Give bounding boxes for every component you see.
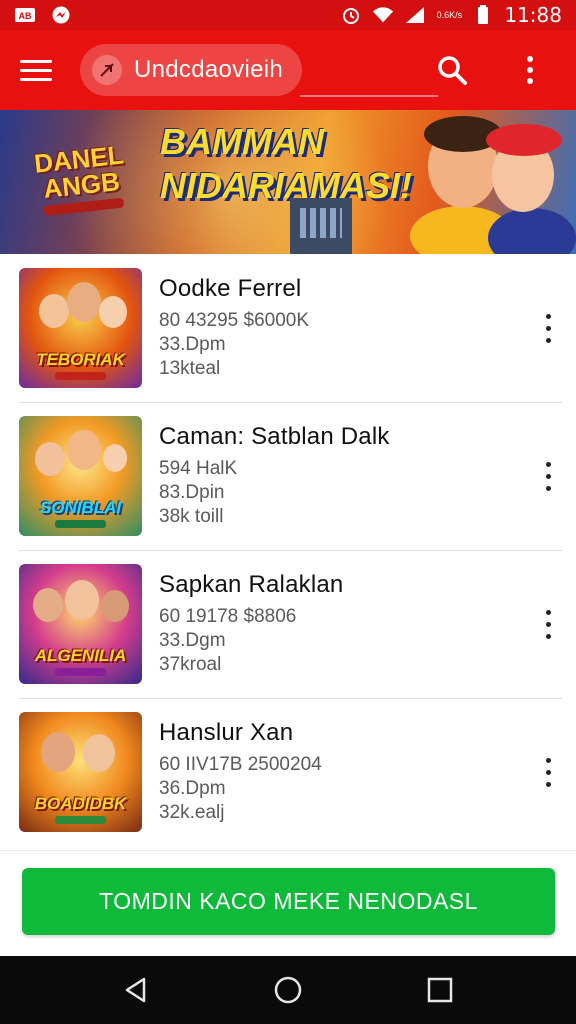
menu-icon[interactable] [20, 48, 64, 92]
item-meta-line1: 60 IIV17B 2500204 [159, 754, 322, 775]
thumbnail-label: TEBORIAK [36, 350, 125, 369]
item-meta-line2: 33.Dpm [159, 334, 226, 355]
data-speed-indicator: 0.6K/s [436, 9, 463, 20]
banner-headline: BAMMAN NIDARIAMASI! [160, 120, 430, 208]
app-thumbnail: ALGENILIA [19, 564, 142, 684]
app-thumbnail: TEBORIAK [19, 268, 142, 388]
system-nav-bar [0, 956, 576, 1024]
clock: 11:88 [504, 3, 562, 27]
thumbnail-ribbon [55, 372, 106, 380]
banner-logo-text: DANEL ANGB [32, 139, 125, 204]
item-title: Hanslur Xan [159, 719, 294, 746]
signal-icon [404, 6, 426, 24]
thumbnail-ribbon [55, 520, 106, 528]
character-face [67, 282, 101, 322]
item-meta-line3: 38k toill [159, 506, 224, 527]
back-icon[interactable] [112, 966, 160, 1014]
search-icon[interactable] [432, 50, 472, 90]
promo-banner[interactable]: DANEL ANGB BAMMAN NIDARIAMASI! [0, 110, 576, 254]
list-item[interactable]: ALGENILIA Sapkan Ralaklan 60 19178 $8806… [0, 550, 576, 698]
character-face [83, 734, 115, 772]
list-item[interactable]: SONIBLAI Caman: Satblan Dalk 594 HalK 83… [0, 402, 576, 550]
wifi-icon [372, 6, 394, 24]
item-title: Sapkan Ralaklan [159, 571, 344, 598]
banner-logo: DANEL ANGB [17, 126, 144, 234]
app-thumbnail: BOADIDBK [19, 712, 142, 832]
search-underline [300, 95, 438, 97]
item-info: Sapkan Ralaklan 60 19178 $8806 33.Dgm 37… [159, 571, 528, 677]
search-pill[interactable]: Undcdaovieih [80, 44, 302, 96]
item-meta-line3: 32k.ealj [159, 802, 225, 823]
item-meta-line1: 594 HalK [159, 458, 238, 479]
item-info: Oodke Ferrel 80 43295 $6000K 33.Dpm 13kt… [159, 275, 528, 381]
thumbnail-label: BOADIDBK [34, 794, 127, 813]
send-icon [92, 55, 122, 85]
item-title: Oodke Ferrel [159, 275, 302, 302]
character-face [33, 588, 63, 622]
item-meta-line2: 36.Dpm [159, 778, 226, 799]
character-face [99, 296, 127, 328]
ab-icon: AB [14, 6, 36, 24]
thumbnail-label: ALGENILIA [34, 646, 127, 665]
svg-text:AB: AB [19, 11, 32, 21]
item-meta-line1: 80 43295 $6000K [159, 310, 310, 331]
character-face [101, 590, 129, 622]
app-bar: Undcdaovieih [0, 30, 576, 110]
item-title: Caman: Satblan Dalk [159, 423, 390, 450]
item-info: Hanslur Xan 60 IIV17B 2500204 36.Dpm 32k… [159, 719, 528, 825]
item-meta-line2: 33.Dgm [159, 630, 226, 651]
bottom-panel: TOMDIN KACO MEKE NENODASL [0, 850, 576, 956]
home-icon[interactable] [264, 966, 312, 1014]
character-face [35, 442, 65, 476]
character-cap [486, 124, 562, 156]
thumbnail-label: SONIBLAI [39, 498, 122, 517]
item-more-icon[interactable] [528, 742, 568, 802]
item-meta-line3: 13kteal [159, 358, 221, 379]
app-thumbnail: SONIBLAI [19, 416, 142, 536]
status-bar: AB 0.6K/s 11:88 [0, 0, 576, 30]
search-text: Undcdaovieih [134, 56, 284, 83]
item-meta-line3: 37kroal [159, 654, 222, 675]
item-meta-line1: 60 19178 $8806 [159, 606, 297, 627]
character-face [41, 732, 75, 772]
item-more-icon[interactable] [528, 446, 568, 506]
app-list: TEBORIAK Oodke Ferrel 80 43295 $6000K 33… [0, 254, 576, 846]
item-meta-line2: 83.Dpin [159, 482, 225, 503]
battery-icon [472, 5, 494, 24]
item-more-icon[interactable] [528, 594, 568, 654]
recents-icon[interactable] [416, 966, 464, 1014]
character-face [39, 294, 69, 328]
alarm-icon [340, 6, 362, 24]
thumbnail-ribbon [55, 668, 106, 676]
item-info: Caman: Satblan Dalk 594 HalK 83.Dpin 38k… [159, 423, 528, 529]
messenger-icon [50, 6, 72, 24]
character-face [67, 430, 101, 470]
character-face [103, 444, 127, 472]
building-illustration [290, 198, 352, 254]
primary-action-button[interactable]: TOMDIN KACO MEKE NENODASL [22, 868, 555, 935]
item-more-icon[interactable] [528, 298, 568, 358]
thumbnail-ribbon [55, 816, 106, 824]
list-item[interactable]: BOADIDBK Hanslur Xan 60 IIV17B 2500204 3… [0, 698, 576, 846]
list-item[interactable]: TEBORIAK Oodke Ferrel 80 43295 $6000K 33… [0, 254, 576, 402]
more-vertical-icon[interactable] [510, 50, 550, 90]
banner-headline-line1: BAMMAN [160, 121, 324, 162]
character-face [65, 580, 99, 620]
